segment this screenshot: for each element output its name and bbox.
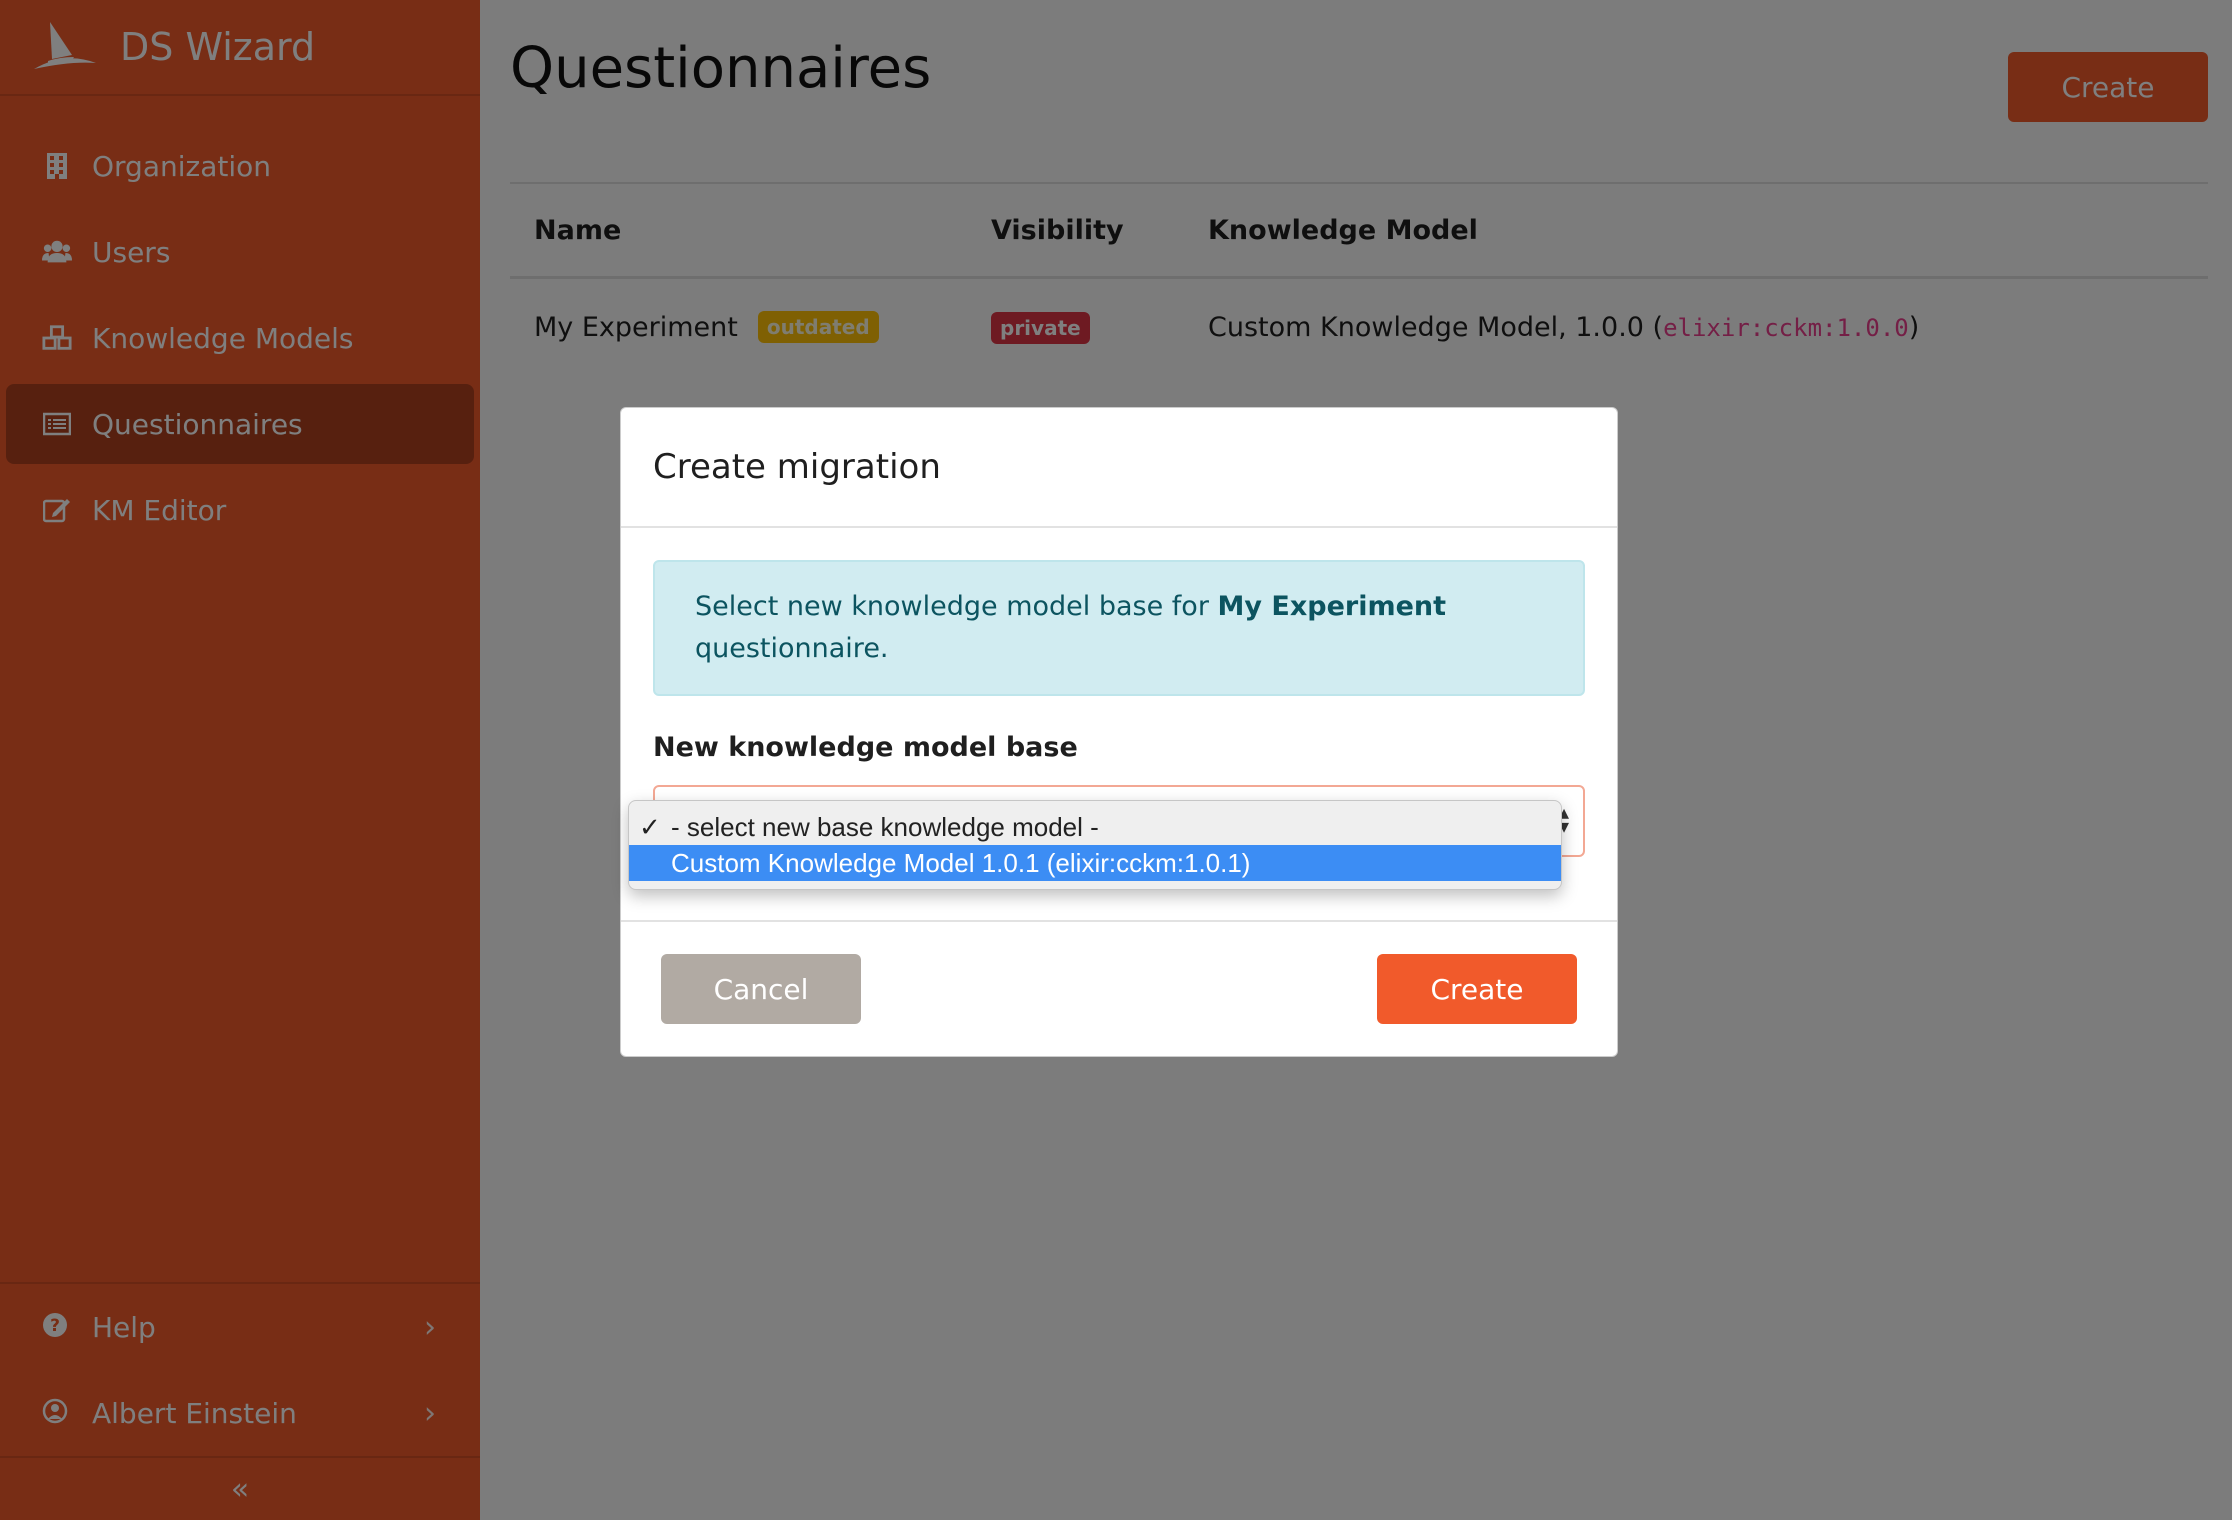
alert-text-prefix: Select new knowledge model base for bbox=[695, 591, 1218, 622]
select-dropdown-list: ✓ - select new base knowledge model - Cu… bbox=[628, 800, 1562, 890]
cancel-button[interactable]: Cancel bbox=[661, 954, 861, 1024]
alert-text-suffix: questionnaire. bbox=[695, 633, 889, 664]
checkmark-icon: ✓ bbox=[639, 811, 661, 842]
create-button[interactable]: Create bbox=[1377, 954, 1577, 1024]
modal-footer: Cancel Create bbox=[621, 920, 1617, 1056]
option-label: - select new base knowledge model - bbox=[671, 811, 1099, 842]
dropdown-option-placeholder[interactable]: ✓ - select new base knowledge model - bbox=[629, 809, 1561, 845]
field-label: New knowledge model base bbox=[653, 732, 1078, 763]
modal-header: Create migration bbox=[621, 408, 1617, 528]
alert-questionnaire-name: My Experiment bbox=[1217, 591, 1447, 622]
option-label: Custom Knowledge Model 1.0.1 (elixir:cck… bbox=[671, 847, 1251, 878]
info-alert: Select new knowledge model base for My E… bbox=[653, 560, 1585, 696]
modal-title: Create migration bbox=[653, 447, 941, 487]
dropdown-option-custom-km[interactable]: Custom Knowledge Model 1.0.1 (elixir:cck… bbox=[629, 845, 1561, 881]
create-migration-modal: Create migration Select new knowledge mo… bbox=[620, 407, 1618, 1057]
